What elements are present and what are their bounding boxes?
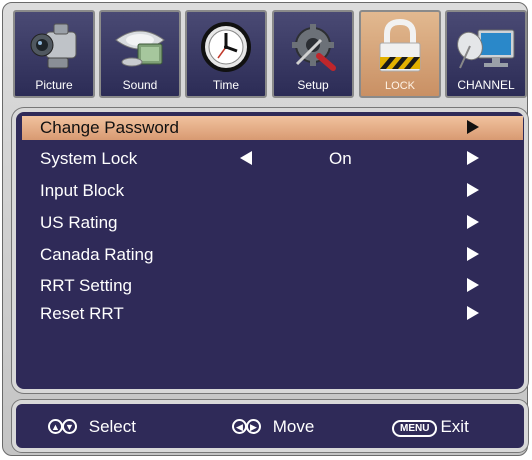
menu-item-system-lock[interactable]: System Lock On <box>22 147 523 171</box>
menu-item-label: US Rating <box>40 213 118 232</box>
menu-item-reset-rrt[interactable]: Reset RRT <box>22 302 523 326</box>
select-hint: ▲ ▼ Select <box>48 417 136 437</box>
menu-item-us-rating[interactable]: US Rating <box>22 211 523 235</box>
tab-setup[interactable]: Setup <box>272 10 354 98</box>
right-arrow-icon <box>467 215 479 229</box>
tab-picture[interactable]: Picture <box>13 10 95 98</box>
menu-item-canada-rating[interactable]: Canada Rating <box>22 243 523 267</box>
menu-item-input-block[interactable]: Input Block <box>22 179 523 203</box>
menu-item-rrt-setting[interactable]: RRT Setting <box>22 274 523 298</box>
right-arrow-icon[interactable] <box>467 151 479 165</box>
left-button-icon: ◀ <box>232 419 247 434</box>
tab-label: Picture <box>35 78 73 92</box>
camcorder-icon <box>30 23 77 69</box>
right-button-icon: ▶ <box>246 419 261 434</box>
right-arrow-icon <box>467 247 479 261</box>
tab-time[interactable]: Time <box>185 10 267 98</box>
satellite-dish-icon <box>457 29 515 69</box>
right-arrow-icon <box>467 183 479 197</box>
left-arrow-icon[interactable] <box>240 151 252 165</box>
move-hint: ◀ ▶ Move <box>232 417 314 437</box>
menu-key-icon: MENU <box>392 420 438 437</box>
tab-channel[interactable]: CHANNEL <box>445 10 527 98</box>
tab-label: Time <box>212 78 240 92</box>
gear-screwdriver-icon <box>292 24 336 71</box>
clock-icon <box>201 22 251 72</box>
system-lock-value: On <box>329 149 352 168</box>
menu-item-label: Canada Rating <box>40 245 154 264</box>
tab-label: CHANNEL <box>457 78 515 92</box>
tab-label: LOCK <box>385 80 415 92</box>
exit-hint: MENU Exit <box>392 417 469 437</box>
down-button-icon: ▼ <box>62 419 77 434</box>
tab-lock[interactable]: LOCK <box>359 10 441 98</box>
padlock-icon <box>379 18 421 72</box>
right-arrow-icon <box>467 306 479 320</box>
right-arrow-icon <box>467 120 479 134</box>
menu-item-label: Reset RRT <box>40 304 124 323</box>
move-label: Move <box>272 417 315 436</box>
menu-item-label: Input Block <box>40 181 125 200</box>
menu-item-change-password[interactable]: Change Password <box>22 116 523 140</box>
speaker-icon <box>115 30 165 67</box>
tab-sound[interactable]: Sound <box>99 10 181 98</box>
select-label: Select <box>88 417 136 436</box>
exit-label: Exit <box>440 417 469 436</box>
tab-label: Setup <box>297 78 329 92</box>
right-arrow-icon <box>467 278 479 292</box>
menu-item-label: Change Password <box>40 118 179 137</box>
footer-hint-bar: ▲ ▼ Select ◀ ▶ Move MENU Exit <box>12 400 528 452</box>
menu-item-label: RRT Setting <box>40 276 132 295</box>
tab-label: Sound <box>122 78 158 92</box>
menu-item-label: System Lock <box>40 149 138 168</box>
up-button-icon: ▲ <box>48 419 63 434</box>
